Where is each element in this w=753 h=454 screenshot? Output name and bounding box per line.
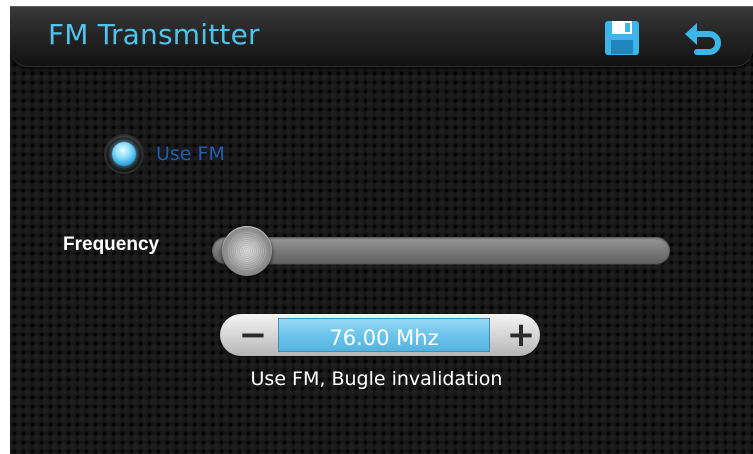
status-message: Use FM, Bugle invalidation (250, 368, 503, 390)
title-bar: FM Transmitter (10, 6, 753, 67)
use-fm-radio[interactable]: Use FM (106, 134, 225, 174)
frequency-value-display: 76.00 Mhz (278, 318, 490, 352)
use-fm-label[interactable]: Use FM (156, 143, 225, 165)
save-button[interactable] (604, 20, 640, 56)
increase-frequency-button[interactable]: + (492, 314, 550, 356)
fm-transmitter-screen: FM Transmitter Use FM Frequency − 76.00 … (10, 6, 753, 454)
status-message-row: Use FM, Bugle invalidation (10, 368, 753, 390)
back-button[interactable] (683, 18, 725, 58)
frequency-slider-track[interactable] (212, 237, 670, 264)
frequency-stepper: − 76.00 Mhz + (220, 314, 540, 356)
frequency-value: 76.00 Mhz (329, 326, 439, 350)
return-arrow-icon (685, 23, 721, 55)
page-title: FM Transmitter (48, 18, 260, 51)
floppy-disk-icon (605, 21, 639, 55)
frequency-slider-thumb[interactable] (222, 226, 272, 276)
radio-button[interactable] (106, 136, 142, 172)
frequency-label: Frequency (63, 234, 160, 255)
radio-selected-indicator (112, 142, 136, 166)
decrease-frequency-button[interactable]: − (224, 314, 282, 356)
